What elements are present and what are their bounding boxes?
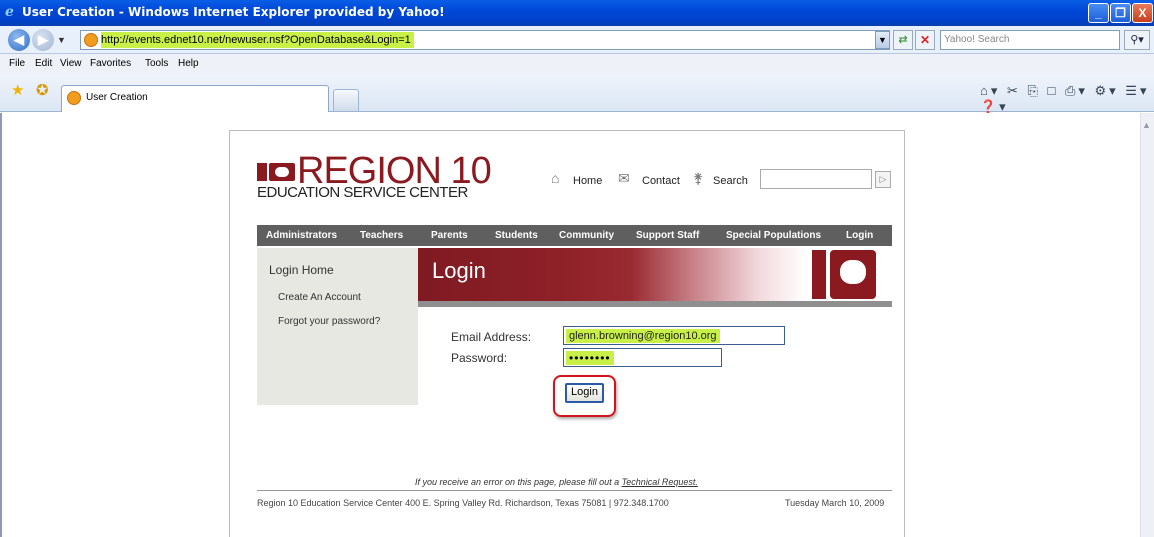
nav-parents[interactable]: Parents: [431, 230, 468, 241]
nav-login[interactable]: Login: [846, 230, 873, 241]
banner-logo-icon: [812, 250, 876, 299]
ie-logo-icon: e: [5, 4, 14, 20]
tab-bar: ★ ✪ User Creation ⌂▾ ✂ ⎘ □ ⎙▾ ⚙▾ ☰▾ ❓▾: [0, 74, 1154, 115]
search-label: Search: [713, 175, 748, 187]
add-favorites-icon[interactable]: ✪: [36, 81, 49, 99]
menu-bar: File Edit View Favorites Tools Help: [0, 54, 1154, 74]
footer-divider: [257, 490, 892, 491]
home-link[interactable]: Home: [573, 175, 602, 187]
sidebar-item-forgot-password[interactable]: Forgot your password?: [278, 316, 380, 327]
yahoo-search-input[interactable]: Yahoo! Search: [940, 30, 1120, 50]
nav-community[interactable]: Community: [559, 230, 614, 241]
new-tab-button[interactable]: [333, 89, 359, 111]
password-value: ••••••••: [566, 351, 614, 365]
contact-link[interactable]: Contact: [642, 175, 680, 187]
region10-logo-icon: [257, 163, 295, 181]
nav-special-populations[interactable]: Special Populations: [726, 230, 821, 241]
maximize-button[interactable]: ❐: [1110, 3, 1131, 23]
sidebar: Login Home Create An Account Forgot your…: [257, 248, 418, 405]
scroll-up-icon[interactable]: ▲: [1142, 120, 1151, 130]
history-dropdown-icon[interactable]: ▼: [57, 35, 66, 45]
password-label: Password:: [451, 351, 508, 365]
forward-button[interactable]: ▶: [32, 29, 54, 51]
search-icon[interactable]: ⚲▾: [1124, 30, 1150, 50]
error-note: If you receive an error on this page, pl…: [415, 477, 698, 487]
refresh-button[interactable]: ⇄: [893, 30, 913, 50]
minimize-button[interactable]: _: [1088, 3, 1109, 23]
close-button[interactable]: X: [1132, 3, 1153, 23]
tab-favicon-icon: [67, 91, 81, 105]
address-bar: ◀ ▶ ▼ http://events.ednet10.net/newuser.…: [0, 26, 1154, 54]
sidebar-item-create-account[interactable]: Create An Account: [278, 292, 361, 303]
url-text: http://events.ednet10.net/newuser.nsf?Op…: [101, 32, 414, 48]
logo-subtitle: EDUCATION SERVICE CENTER: [257, 184, 468, 201]
home-icon: ⌂: [551, 170, 560, 186]
main-nav: Administrators Teachers Parents Students…: [257, 225, 892, 246]
banner-divider: [418, 301, 892, 307]
page-title: Login: [432, 258, 486, 283]
menu-file[interactable]: File: [9, 58, 25, 69]
site-search-go-icon[interactable]: ▷: [875, 171, 891, 188]
menu-view[interactable]: View: [60, 58, 82, 69]
envelope-icon: ✉: [618, 170, 630, 186]
stop-button[interactable]: ✕: [915, 30, 935, 50]
menu-favorites[interactable]: Favorites: [90, 58, 131, 69]
site-search-input[interactable]: [760, 169, 872, 189]
menu-help[interactable]: Help: [178, 58, 199, 69]
key-icon: ⚵: [693, 170, 704, 186]
email-field[interactable]: glenn.browning@region10.org: [563, 326, 785, 345]
site-favicon-icon: [84, 33, 98, 47]
footer-date: Tuesday March 10, 2009: [785, 498, 885, 508]
menu-tools[interactable]: Tools: [145, 58, 168, 69]
tab-user-creation[interactable]: User Creation: [61, 85, 329, 112]
url-input[interactable]: http://events.ednet10.net/newuser.nsf?Op…: [80, 30, 890, 50]
window-titlebar: e User Creation - Windows Internet Explo…: [0, 0, 1154, 26]
command-bar-icons[interactable]: ⌂▾ ✂ ⎘ □ ⎙▾ ⚙▾ ☰▾ ❓▾: [980, 83, 1154, 115]
footer-address: Region 10 Education Service Center 400 E…: [257, 498, 669, 508]
nav-students[interactable]: Students: [495, 230, 538, 241]
login-button[interactable]: Login: [565, 383, 604, 403]
nav-support-staff[interactable]: Support Staff: [636, 230, 699, 241]
tab-label: User Creation: [86, 92, 148, 103]
vertical-scrollbar[interactable]: ▲: [1140, 113, 1154, 537]
nav-teachers[interactable]: Teachers: [360, 230, 403, 241]
menu-edit[interactable]: Edit: [35, 58, 52, 69]
nav-administrators[interactable]: Administrators: [266, 230, 337, 241]
email-label: Email Address:: [451, 330, 532, 344]
password-field[interactable]: ••••••••: [563, 348, 722, 367]
sidebar-heading: Login Home: [269, 263, 334, 277]
technical-request-link[interactable]: Technical Request.: [622, 477, 698, 487]
favorites-star-icon[interactable]: ★: [11, 81, 24, 99]
back-button[interactable]: ◀: [8, 29, 30, 51]
error-note-text: If you receive an error on this page, pl…: [415, 477, 622, 487]
email-value: glenn.browning@region10.org: [566, 329, 720, 343]
url-dropdown-icon[interactable]: ▼: [875, 31, 890, 49]
window-title: User Creation - Windows Internet Explore…: [22, 5, 445, 19]
